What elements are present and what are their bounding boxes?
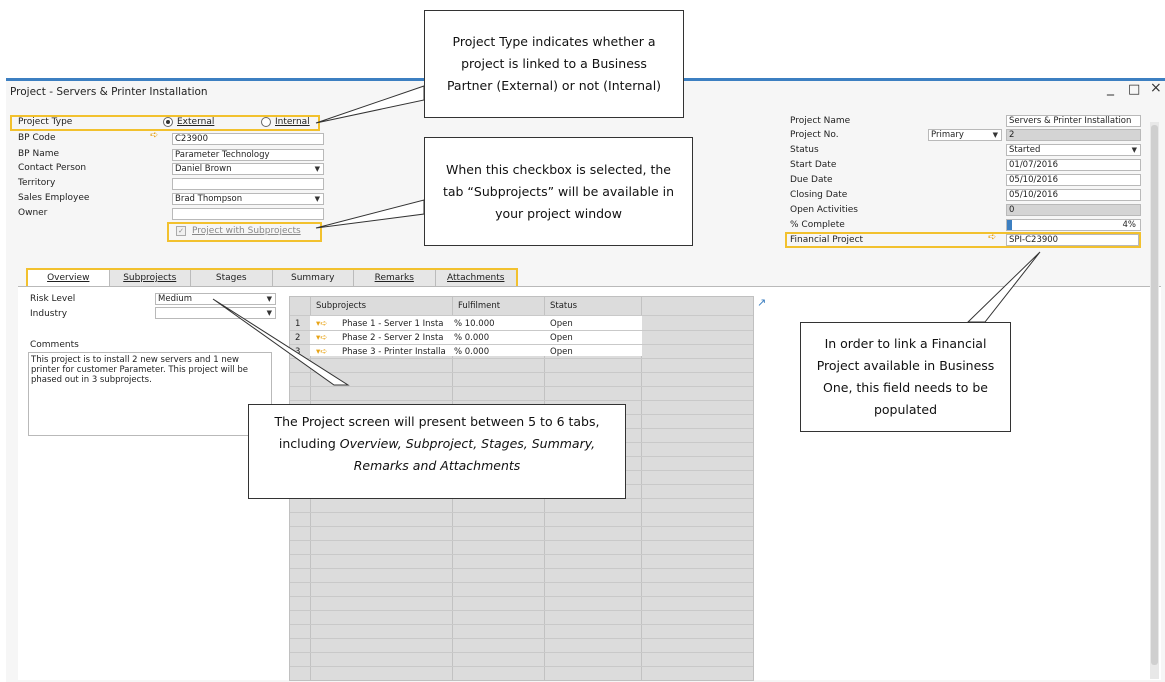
callout-financial: In order to link a Financial Project ava… — [800, 322, 1011, 432]
callout-tabs: The Project screen will present between … — [248, 404, 626, 499]
callout-project-type-text: Project Type indicates whether a project… — [446, 34, 662, 93]
callout-checkbox-text: When this checkbox is selected, the tab … — [442, 161, 675, 221]
callout-financial-text: In order to link a Financial Project ava… — [816, 336, 995, 417]
callout-checkbox: When this checkbox is selected, the tab … — [424, 137, 693, 246]
callout-tabs-italic: Overview, Subproject, Stages, Summary, R… — [339, 436, 596, 473]
callout-project-type: Project Type indicates whether a project… — [424, 10, 684, 118]
